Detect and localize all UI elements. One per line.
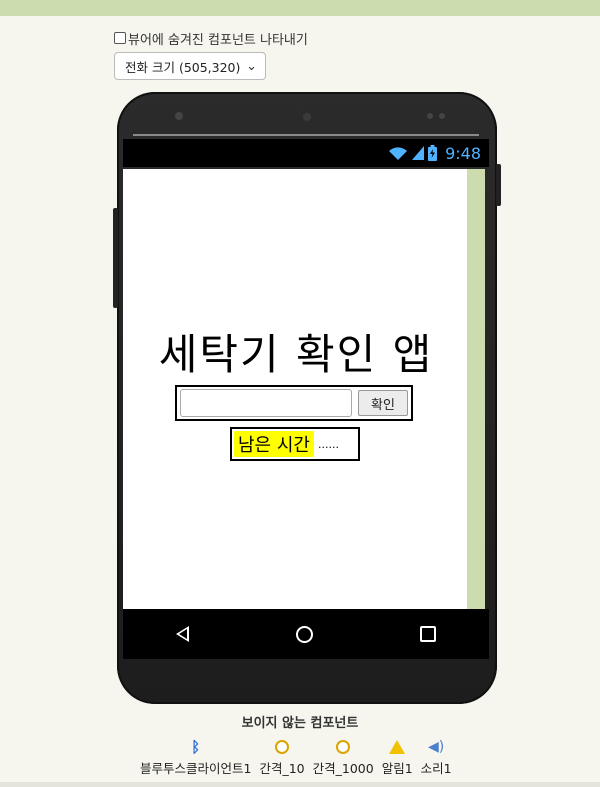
nonvisible-item-label: 간격_10 — [259, 761, 305, 776]
signal-icon — [412, 146, 425, 160]
recent-apps-icon[interactable] — [419, 626, 436, 642]
chevron-down-icon: ⌄ — [246, 58, 257, 74]
nonvisible-components-title: 보이지 않는 컴포넌트 — [241, 716, 359, 731]
show-hidden-row[interactable]: 뷰어에 숨겨진 컴포넌트 나타내기 — [114, 30, 308, 48]
top-bar — [0, 0, 600, 16]
input-textbox[interactable] — [180, 389, 352, 417]
remaining-time-value: ...... — [317, 437, 339, 451]
nonvisible-item-notifier[interactable]: 알림1 — [382, 736, 413, 777]
nonvisible-item-label: 블루투스클라이언트1 — [140, 761, 252, 776]
battery-icon — [428, 145, 438, 161]
remaining-arrangement: 남은 시간 ...... — [230, 427, 360, 461]
phone-side-button-left — [113, 208, 118, 308]
sensor-icon — [439, 113, 445, 119]
show-hidden-label: 뷰어에 숨겨진 컴포넌트 나타내기 — [128, 32, 308, 48]
clock-icon — [336, 740, 351, 754]
clock-icon — [275, 740, 290, 754]
navigation-bar — [123, 609, 489, 659]
nonvisible-item-clock-10[interactable]: 간격_10 — [259, 736, 305, 777]
camera-icon — [300, 110, 314, 124]
screen-scroll-strip[interactable] — [467, 169, 485, 609]
viewer-controls: 뷰어에 숨겨진 컴포넌트 나타내기 전화 크기 (505,320) ⌄ — [114, 30, 308, 80]
nonvisible-item-sound[interactable]: ◀) 소리1 — [421, 736, 452, 777]
nonvisible-item-label: 알림1 — [381, 761, 413, 776]
status-bar: 9:48 — [123, 139, 489, 167]
input-arrangement: 확인 — [175, 385, 413, 421]
show-hidden-checkbox[interactable] — [114, 32, 126, 44]
status-time: 9:48 — [445, 143, 481, 163]
nonvisible-item-bluetooth[interactable]: ᛒ 블루투스클라이언트1 — [140, 736, 251, 777]
nonvisible-item-clock-1000[interactable]: 간격_1000 — [313, 736, 374, 777]
home-icon[interactable] — [295, 625, 313, 643]
earpiece-line — [133, 134, 479, 136]
phone-side-button-right — [496, 164, 501, 206]
phone-size-select[interactable]: 전화 크기 (505,320) ⌄ — [114, 52, 266, 80]
phone-frame: 9:48 세탁기 확인 앱 확인 남은 시간 ...... — [113, 92, 501, 704]
wifi-icon — [389, 147, 408, 160]
nonvisible-item-label: 간격_1000 — [312, 761, 374, 776]
sensor-icon — [175, 112, 183, 120]
speaker-icon: ◀) — [428, 739, 445, 755]
bottom-divider — [0, 782, 600, 787]
phone-size-value: 전화 크기 (505,320) — [125, 59, 241, 75]
warning-icon — [389, 740, 406, 754]
back-icon[interactable] — [176, 626, 190, 642]
sensor-icon — [427, 113, 433, 119]
app-screen: 세탁기 확인 앱 확인 남은 시간 ...... — [123, 169, 469, 609]
remaining-time-label: 남은 시간 — [234, 431, 314, 457]
nonvisible-item-label: 소리1 — [420, 761, 452, 776]
bluetooth-icon: ᛒ — [191, 738, 201, 756]
confirm-button[interactable]: 확인 — [358, 390, 408, 416]
app-title-label: 세탁기 확인 앱 — [158, 330, 434, 379]
nonvisible-components-list: ᛒ 블루투스클라이언트1 간격_10 간격_1000 알림1 ◀) 소리1 — [140, 736, 452, 777]
